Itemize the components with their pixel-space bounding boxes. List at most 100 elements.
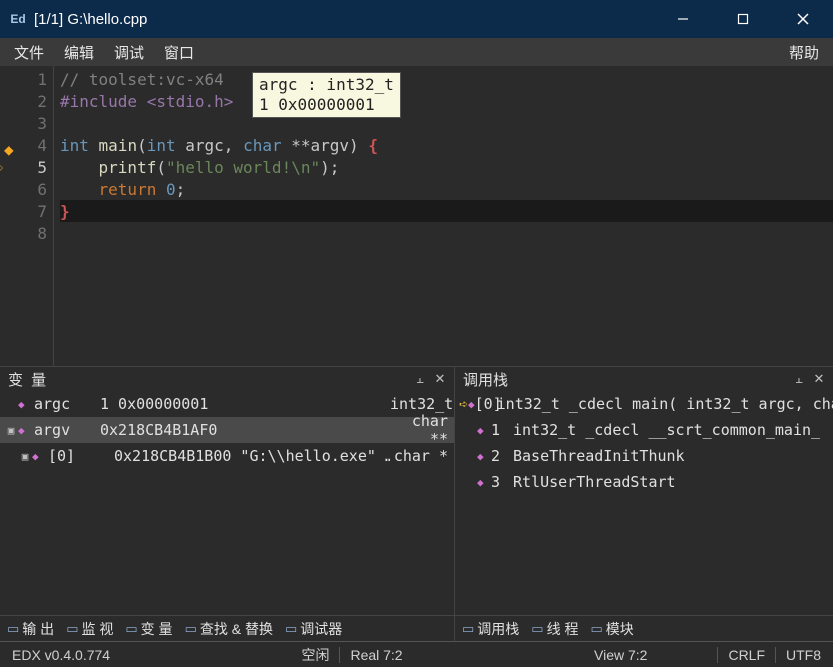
tab-icon: ▭ bbox=[285, 621, 297, 637]
menu-file[interactable]: 文件 bbox=[4, 40, 54, 65]
maximize-button[interactable] bbox=[713, 0, 773, 38]
variable-row[interactable]: ◆argc1 0x00000001int32_t bbox=[0, 391, 454, 417]
panel-tab[interactable]: ▭监 视 bbox=[63, 619, 116, 639]
gutter-row[interactable]: 6 bbox=[0, 178, 53, 200]
line-number: 3 bbox=[37, 114, 47, 133]
token-brace-close: } bbox=[60, 202, 70, 221]
tab-label: 模块 bbox=[606, 619, 634, 639]
code-line[interactable]: #include <stdio.h> bbox=[60, 90, 833, 112]
tab-label: 输 出 bbox=[22, 619, 54, 639]
panel-tab[interactable]: ▭模块 bbox=[587, 619, 636, 639]
gutter-row[interactable]: 3 bbox=[0, 112, 53, 134]
tab-icon: ▭ bbox=[531, 621, 543, 637]
gutter[interactable]: 1 2 3◆4➪56 7 8 bbox=[0, 66, 54, 366]
tab-icon: ▭ bbox=[125, 621, 137, 637]
editor-area[interactable]: 1 2 3◆4➪56 7 8 argc : int32_t 1 0x00000001 /… bbox=[0, 66, 833, 366]
panel-tab[interactable]: ▭变 量 bbox=[122, 619, 175, 639]
gutter-row[interactable]: 2 bbox=[0, 90, 53, 112]
token-punct bbox=[156, 180, 166, 199]
token-pp: #include bbox=[60, 92, 137, 111]
code-line[interactable]: // toolset:vc-x64 bbox=[60, 68, 833, 90]
status-view: View 7:2 bbox=[588, 647, 653, 663]
token-paren: ) bbox=[320, 158, 330, 177]
gutter-row[interactable]: ➪5 bbox=[0, 156, 53, 178]
stack-frame-row[interactable]: ◆2BaseThreadInitThunk bbox=[455, 443, 833, 469]
frame-name: RtlUserThreadStart bbox=[513, 473, 676, 491]
gutter-row[interactable]: 8 bbox=[0, 222, 53, 244]
close-panel-icon[interactable]: ✕ bbox=[430, 371, 450, 387]
variables-header: 变 量 ⫠ ✕ bbox=[0, 367, 454, 391]
statusbar: EDX v0.4.0.774 空闲 Real 7:2 View 7:2 CRLF… bbox=[0, 641, 833, 667]
titlebar: Ed [1/1] G:\hello.cpp bbox=[0, 0, 833, 38]
callstack-body[interactable]: ➪◆[0]int32_t _cdecl main( int32_t argc, … bbox=[455, 391, 833, 615]
code-line[interactable] bbox=[60, 222, 833, 244]
frame-index: [0] bbox=[475, 395, 497, 413]
code-lines[interactable]: argc : int32_t 1 0x00000001 // toolset:v… bbox=[54, 66, 833, 366]
token-paren: ) bbox=[349, 136, 359, 155]
code-line[interactable] bbox=[60, 112, 833, 134]
variable-name: [0] bbox=[46, 447, 114, 465]
token-pp: <stdio.h> bbox=[147, 92, 234, 111]
tab-icon: ▭ bbox=[66, 621, 78, 637]
variables-panel: 变 量 ⫠ ✕ ◆argc1 0x00000001int32_t▣◆argv0x… bbox=[0, 367, 455, 641]
gutter-row[interactable]: 1 bbox=[0, 68, 53, 90]
pin-icon[interactable]: ⫠ bbox=[410, 371, 430, 387]
panel-tab[interactable]: ▭输 出 bbox=[4, 619, 57, 639]
code-line[interactable]: int main(int argc, char **argv) { bbox=[60, 134, 833, 156]
stack-frame-row[interactable]: ◆1int32_t _cdecl __scrt_common_main_ bbox=[455, 417, 833, 443]
code-line[interactable]: return 0; bbox=[60, 178, 833, 200]
left-panel-tabs: ▭输 出▭监 视▭变 量▭查找 & 替换▭调试器 bbox=[0, 615, 454, 641]
code-line[interactable]: printf("hello world!\n"); bbox=[60, 156, 833, 178]
menu-window[interactable]: 窗口 bbox=[154, 40, 204, 65]
line-number: 7 bbox=[37, 202, 47, 221]
panel-tab[interactable]: ▭查找 & 替换 bbox=[182, 619, 276, 639]
diamond-icon: ◆ bbox=[18, 398, 32, 411]
pin-icon[interactable]: ⫠ bbox=[789, 371, 809, 387]
current-frame-icon: ➪ bbox=[459, 395, 468, 413]
line-number: 2 bbox=[37, 92, 47, 111]
app-icon: Ed bbox=[8, 9, 28, 29]
token-type: char bbox=[243, 136, 282, 155]
menu-help[interactable]: 帮助 bbox=[779, 40, 829, 65]
panel-tab[interactable]: ▭调用栈 bbox=[459, 619, 522, 639]
callstack-panel: 调用栈 ⫠ ✕ ➪◆[0]int32_t _cdecl main( int32_… bbox=[455, 367, 833, 641]
gutter-row[interactable]: ◆4 bbox=[0, 134, 53, 156]
tab-label: 线 程 bbox=[547, 619, 579, 639]
tab-icon: ▭ bbox=[185, 621, 197, 637]
token-number: 0 bbox=[166, 180, 176, 199]
menu-edit[interactable]: 编辑 bbox=[54, 40, 104, 65]
token-punct bbox=[359, 136, 369, 155]
frame-name: BaseThreadInitThunk bbox=[513, 447, 685, 465]
minimize-button[interactable] bbox=[653, 0, 713, 38]
expand-icon[interactable]: ▣ bbox=[4, 424, 18, 437]
frame-index: 3 bbox=[491, 473, 513, 491]
variable-row[interactable]: ▣◆argv0x218CB4B1AF0char ** bbox=[0, 417, 454, 443]
expand-icon[interactable]: ▣ bbox=[18, 450, 32, 463]
current-line-arrow-icon: ➪ bbox=[0, 158, 4, 177]
hover-tooltip: argc : int32_t 1 0x00000001 bbox=[252, 72, 401, 118]
token-brace: { bbox=[368, 136, 378, 155]
menubar: 文件 编辑 调试 窗口 帮助 bbox=[0, 38, 833, 66]
code-line[interactable]: } bbox=[60, 200, 833, 222]
panel-tab[interactable]: ▭线 程 bbox=[528, 619, 581, 639]
tab-label: 调试器 bbox=[300, 619, 342, 639]
close-panel-icon[interactable]: ✕ bbox=[809, 371, 829, 387]
breakpoint-icon[interactable]: ◆ bbox=[4, 140, 14, 150]
variables-body[interactable]: ◆argc1 0x00000001int32_t▣◆argv0x218CB4B1… bbox=[0, 391, 454, 615]
tab-label: 变 量 bbox=[141, 619, 173, 639]
menu-debug[interactable]: 调试 bbox=[104, 40, 154, 65]
status-version: EDX v0.4.0.774 bbox=[6, 647, 116, 663]
line-number: 8 bbox=[37, 224, 47, 243]
stack-frame-row[interactable]: ◆3RtlUserThreadStart bbox=[455, 469, 833, 495]
variable-row[interactable]: ▣◆[0]0x218CB4B1B00 "G:\\hello.exe" …char… bbox=[0, 443, 454, 469]
token-type: int bbox=[60, 136, 89, 155]
gutter-row[interactable]: 7 bbox=[0, 200, 53, 222]
token-paren: ( bbox=[156, 158, 166, 177]
close-button[interactable] bbox=[773, 0, 833, 38]
panel-tab[interactable]: ▭调试器 bbox=[282, 619, 345, 639]
token-punct bbox=[176, 136, 186, 155]
stack-frame-row[interactable]: ➪◆[0]int32_t _cdecl main( int32_t argc, … bbox=[455, 391, 833, 417]
tab-label: 调用栈 bbox=[477, 619, 519, 639]
token-punct bbox=[60, 180, 99, 199]
token-type: int bbox=[147, 136, 176, 155]
